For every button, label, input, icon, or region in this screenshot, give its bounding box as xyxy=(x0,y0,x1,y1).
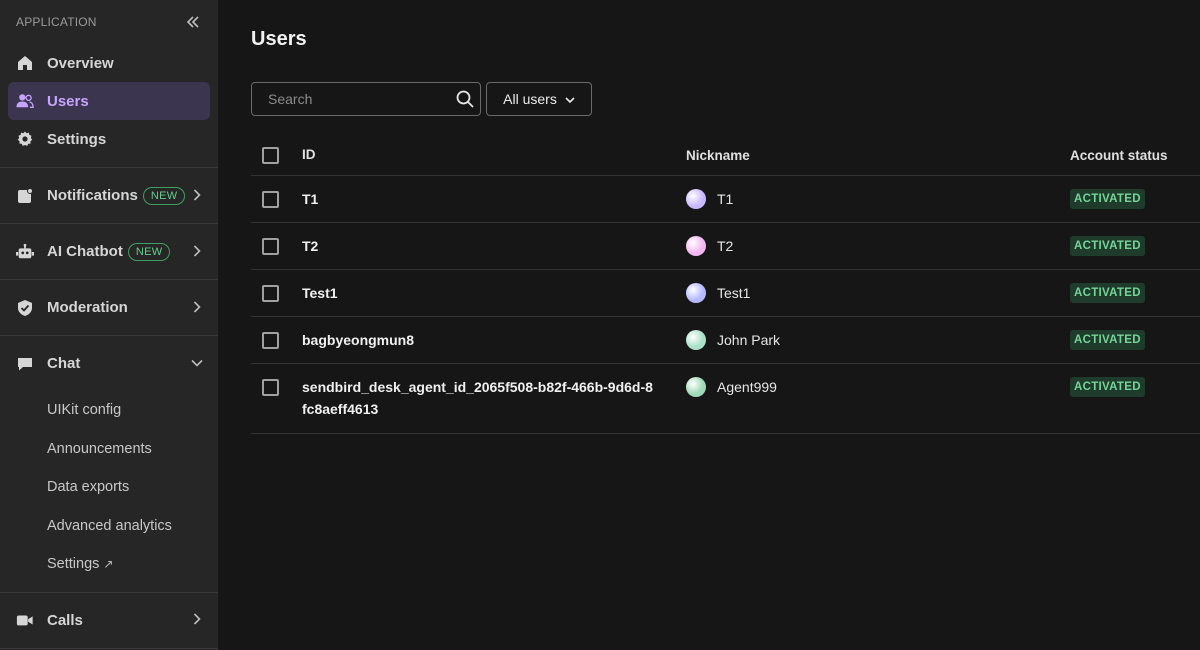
robot-icon xyxy=(16,243,34,261)
users-icon xyxy=(16,92,34,110)
collapse-sidebar-icon[interactable] xyxy=(184,13,202,31)
sidebar-item-notifications[interactable]: Notifications NEW xyxy=(8,177,210,215)
video-icon xyxy=(16,611,34,629)
status-badge: ACTIVATED xyxy=(1070,377,1145,397)
sidebar-item-label: Chat xyxy=(47,355,81,372)
table-row[interactable]: sendbird_desk_agent_id_2065f508-b82f-466… xyxy=(251,364,1200,434)
sidebar-subitem-label: Announcements xyxy=(47,440,152,457)
row-checkbox[interactable] xyxy=(262,237,279,255)
notification-icon xyxy=(16,187,34,205)
user-id: T1 xyxy=(302,191,319,207)
sidebar-item-moderation[interactable]: Moderation xyxy=(8,289,210,327)
sidebar-item-overview[interactable]: Overview xyxy=(8,44,210,82)
sidebar-subitem-label: Advanced analytics xyxy=(47,517,172,534)
row-checkbox[interactable] xyxy=(262,190,279,208)
avatar xyxy=(686,377,706,397)
new-badge: NEW xyxy=(127,242,171,261)
main-content: Users All users ID Nickname Account stat… xyxy=(218,0,1200,650)
chevron-down-icon xyxy=(565,91,575,107)
sidebar-item-label: Calls xyxy=(47,611,83,629)
column-header-id: ID xyxy=(302,147,316,162)
status-badge: ACTIVATED xyxy=(1070,330,1145,350)
sidebar-subitem-data-exports[interactable]: Data exports xyxy=(0,468,218,507)
column-header-nickname: Nickname xyxy=(686,147,750,163)
chevron-right-icon xyxy=(190,300,204,314)
chat-icon xyxy=(16,355,34,373)
user-nickname: John Park xyxy=(717,332,781,348)
status-badge: ACTIVATED xyxy=(1070,283,1145,303)
sidebar-subitem-advanced-analytics[interactable]: Advanced analytics xyxy=(0,507,218,546)
sidebar-item-ai-chatbot[interactable]: AI Chatbot NEW xyxy=(8,233,210,271)
sidebar-subitem-label: UIKit config xyxy=(47,402,122,419)
table-row[interactable]: bagbyeongmun8 John Park ACTIVATED xyxy=(251,317,1200,364)
chevron-right-icon xyxy=(190,244,204,258)
select-all-checkbox[interactable] xyxy=(262,146,279,164)
column-header-status: Account status xyxy=(1070,147,1168,163)
avatar xyxy=(686,330,706,350)
user-id: bagbyeongmun8 xyxy=(302,332,415,348)
status-badge: ACTIVATED xyxy=(1070,189,1145,209)
sidebar-item-label: Notifications xyxy=(47,187,138,204)
row-checkbox[interactable] xyxy=(262,378,279,396)
chevron-down-icon xyxy=(190,356,204,370)
user-filter-label: All users xyxy=(503,91,557,107)
sidebar-item-label: Users xyxy=(47,92,89,110)
home-icon xyxy=(16,54,34,72)
user-filter-dropdown[interactable]: All users xyxy=(486,82,592,116)
external-link-icon: ↗ xyxy=(103,557,114,572)
page-title: Users xyxy=(251,28,307,50)
sidebar-item-label: Settings xyxy=(47,130,107,148)
sidebar-item-label: Overview xyxy=(47,54,114,72)
sidebar-item-label: Moderation xyxy=(47,299,128,316)
sidebar-item-chat[interactable]: Chat xyxy=(8,345,210,383)
sidebar-subitem-uikit-config[interactable]: UIKit config xyxy=(0,391,218,430)
user-id: T2 xyxy=(302,238,319,254)
new-badge: NEW xyxy=(142,186,186,205)
sidebar-subitem-chat-settings[interactable]: Settings ↗ xyxy=(0,545,218,584)
sidebar-subitem-label: Data exports xyxy=(47,479,130,496)
gear-icon xyxy=(16,130,34,148)
table-row[interactable]: T2 T2 ACTIVATED xyxy=(251,223,1200,270)
row-checkbox[interactable] xyxy=(262,284,279,302)
row-checkbox[interactable] xyxy=(262,331,279,349)
shield-icon xyxy=(16,299,34,317)
user-id: sendbird_desk_agent_id_2065f508-b82f-466… xyxy=(302,379,653,417)
user-nickname: Agent999 xyxy=(717,379,777,395)
search-input[interactable] xyxy=(252,91,449,107)
sidebar: APPLICATION Overview Users Settings Noti… xyxy=(0,0,218,650)
table-row[interactable]: T1 T1 ACTIVATED xyxy=(251,176,1200,223)
table-row[interactable]: Test1 Test1 ACTIVATED xyxy=(251,270,1200,317)
search-box xyxy=(251,82,481,116)
sidebar-subitem-label: Settings xyxy=(47,556,100,573)
divider xyxy=(0,647,218,649)
avatar xyxy=(686,283,706,303)
sidebar-item-calls[interactable]: Calls xyxy=(8,601,210,639)
status-badge: ACTIVATED xyxy=(1070,236,1145,256)
table-header-row: ID Nickname Account status xyxy=(251,135,1200,176)
users-table: ID Nickname Account status T1 T1 ACTIVAT… xyxy=(251,135,1200,434)
avatar xyxy=(686,189,706,209)
user-nickname: T2 xyxy=(717,238,734,254)
user-id: Test1 xyxy=(302,285,338,301)
sidebar-item-label: AI Chatbot xyxy=(47,243,123,260)
sidebar-item-settings[interactable]: Settings xyxy=(8,120,210,158)
user-nickname: T1 xyxy=(717,191,734,207)
sidebar-section-label: APPLICATION xyxy=(16,15,97,29)
search-icon[interactable] xyxy=(449,83,480,115)
sidebar-item-users[interactable]: Users xyxy=(8,82,210,120)
sidebar-subitem-announcements[interactable]: Announcements xyxy=(0,430,218,469)
avatar xyxy=(686,236,706,256)
sidebar-header: APPLICATION xyxy=(0,0,218,44)
user-nickname: Test1 xyxy=(717,285,751,301)
chevron-right-icon xyxy=(190,612,204,626)
chevron-right-icon xyxy=(190,188,204,202)
